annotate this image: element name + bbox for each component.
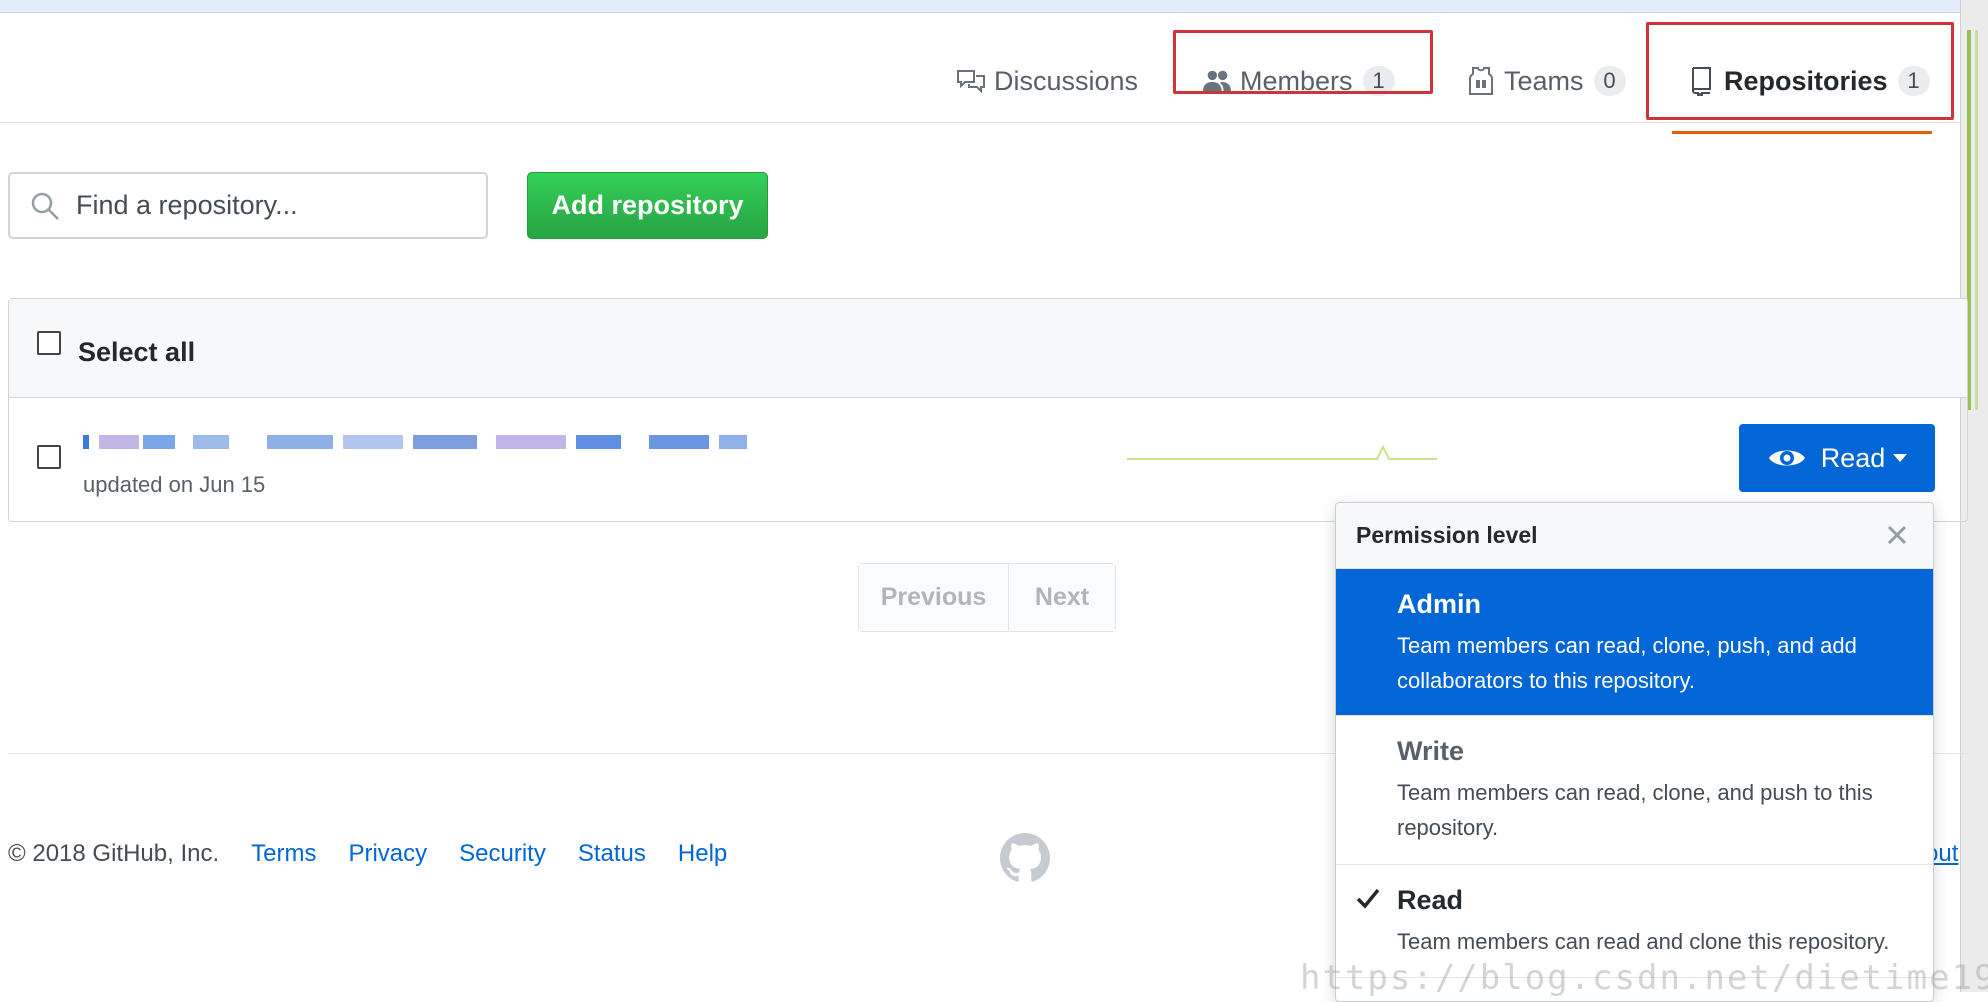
add-repository-button[interactable]: Add repository: [527, 172, 768, 239]
select-all-checkbox[interactable]: [37, 331, 61, 355]
jersey-icon: [1466, 66, 1496, 96]
footer-link-help[interactable]: Help: [678, 840, 727, 868]
permission-option-write-title: Write: [1397, 736, 1465, 766]
activity-sparkline: [1127, 444, 1437, 460]
permission-dropdown-button[interactable]: Read: [1739, 424, 1935, 492]
tab-repositories[interactable]: Repositories 1: [1686, 51, 1930, 111]
select-all-label: Select all: [78, 337, 196, 367]
repository-search-input[interactable]: [74, 189, 454, 222]
close-icon[interactable]: [1883, 521, 1911, 549]
tab-discussions[interactable]: Discussions: [956, 51, 1138, 111]
pagination: Previous Next: [858, 563, 1116, 632]
footer-link-status[interactable]: Status: [578, 840, 646, 868]
permission-option-admin-desc: Team members can read, clone, push, and …: [1397, 633, 1857, 693]
permission-menu-header: Permission level: [1336, 503, 1933, 569]
repository-list: Select all updated on Jun 15 Read: [8, 298, 1968, 522]
tab-discussions-label: Discussions: [994, 65, 1139, 96]
check-icon: [1356, 888, 1380, 909]
github-mark-icon[interactable]: [1000, 833, 1050, 883]
permission-option-write[interactable]: Write Team members can read, clone, and …: [1336, 716, 1933, 865]
permission-level-menu: Permission level Admin Team members can …: [1335, 502, 1934, 1002]
repo-row-checkbox[interactable]: [37, 445, 61, 469]
caret-down-icon: [1893, 454, 1908, 462]
previous-page-button[interactable]: Previous: [859, 564, 1009, 631]
footer-links: © 2018 GitHub, Inc. Terms Privacy Securi…: [8, 840, 727, 868]
eye-icon: [1768, 450, 1805, 466]
permission-option-write-desc: Team members can read, clone, and push t…: [1397, 780, 1873, 840]
tab-members-label: Members: [1240, 65, 1353, 96]
repo-updated-date: updated on Jun 15: [83, 472, 266, 497]
permission-option-admin-title: Admin: [1397, 589, 1481, 619]
browser-top-strip: [0, 0, 1988, 13]
search-icon: [31, 192, 59, 220]
footer-link-terms[interactable]: Terms: [251, 840, 316, 868]
repositories-counter: 1: [1897, 66, 1930, 96]
tab-teams-label: Teams: [1504, 65, 1584, 96]
permission-dropdown-label: Read: [1820, 442, 1886, 473]
active-tab-underline: [1672, 131, 1932, 134]
tab-repositories-label: Repositories: [1724, 65, 1888, 96]
watermark: https://blog.csdn.net/dietime1943: [1300, 958, 1988, 998]
tab-members[interactable]: Members 1: [1202, 51, 1395, 111]
members-counter: 1: [1362, 66, 1395, 96]
permission-option-read-desc: Team members can read and clone this rep…: [1397, 929, 1890, 954]
repo-icon: [1686, 66, 1716, 96]
tab-teams[interactable]: Teams 0: [1466, 51, 1626, 111]
list-header: Select all: [9, 299, 1967, 398]
repository-search-box[interactable]: [8, 172, 488, 239]
permission-option-admin[interactable]: Admin Team members can read, clone, push…: [1336, 569, 1933, 716]
footer-link-security[interactable]: Security: [459, 840, 546, 868]
team-tab-nav: Discussions Members 1 Teams 0 Repositori…: [0, 13, 1960, 134]
permission-menu-title: Permission level: [1356, 522, 1538, 548]
people-icon: [1202, 66, 1232, 96]
next-page-button[interactable]: Next: [1009, 564, 1115, 631]
teams-counter: 0: [1593, 66, 1626, 96]
comment-discussion-icon: [956, 66, 986, 96]
footer-copyright: © 2018 GitHub, Inc.: [8, 840, 220, 867]
permission-option-read-title: Read: [1397, 885, 1464, 915]
repo-name-obscured[interactable]: [83, 429, 747, 455]
footer-link-privacy[interactable]: Privacy: [348, 840, 427, 868]
